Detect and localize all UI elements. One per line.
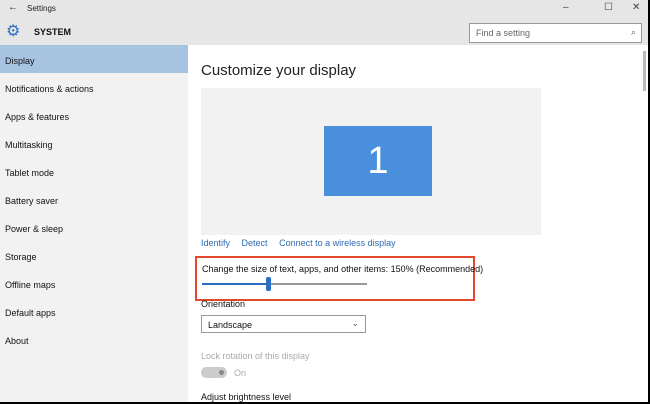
lock-rotation-toggle[interactable] xyxy=(201,367,227,378)
identify-link[interactable]: Identify xyxy=(201,238,230,248)
slider-thumb[interactable] xyxy=(266,277,271,291)
sidebar-item-apps[interactable]: Apps & features xyxy=(0,101,188,129)
search-input[interactable]: Find a setting ⌕ xyxy=(469,23,642,43)
sidebar-item-storage[interactable]: Storage xyxy=(0,241,188,269)
sidebar-item-offline-maps[interactable]: Offline maps xyxy=(0,269,188,297)
toggle-knob xyxy=(219,370,224,375)
scale-label: Change the size of text, apps, and other… xyxy=(202,264,484,274)
scale-slider[interactable] xyxy=(202,277,367,291)
search-placeholder: Find a setting xyxy=(476,28,531,38)
slider-fill xyxy=(202,283,268,285)
brightness-label: Adjust brightness level xyxy=(201,392,292,402)
sidebar: Display Notifications & actions Apps & f… xyxy=(0,45,188,402)
sidebar-item-display[interactable]: Display xyxy=(0,45,188,73)
orientation-value: Landscape xyxy=(208,320,253,330)
window-title: Settings xyxy=(27,4,56,13)
monitor-1[interactable]: 1 xyxy=(324,126,432,196)
display-preview: 1 xyxy=(201,88,541,235)
detect-link[interactable]: Detect xyxy=(242,238,268,248)
orientation-label: Orientation xyxy=(201,299,246,309)
lock-rotation-label: Lock rotation of this display xyxy=(201,351,310,361)
search-icon[interactable]: ⌕ xyxy=(631,27,636,38)
page-title: Customize your display xyxy=(201,62,357,79)
title-bar: ← Settings – ☐ ✕ xyxy=(0,0,648,18)
settings-window: ← Settings – ☐ ✕ ⚙ SYSTEM Find a setting… xyxy=(0,0,648,402)
sidebar-item-power-sleep[interactable]: Power & sleep xyxy=(0,213,188,241)
sidebar-item-battery-saver[interactable]: Battery saver xyxy=(0,185,188,213)
sidebar-item-about[interactable]: About xyxy=(0,325,188,353)
scrollbar[interactable] xyxy=(643,51,646,91)
maximize-button[interactable]: ☐ xyxy=(604,2,613,13)
gear-icon: ⚙ xyxy=(6,23,21,40)
header: ⚙ SYSTEM Find a setting ⌕ xyxy=(0,18,648,45)
back-button[interactable]: ← xyxy=(8,2,18,13)
sidebar-item-multitasking[interactable]: Multitasking xyxy=(0,129,188,157)
sidebar-item-default-apps[interactable]: Default apps xyxy=(0,297,188,325)
toggle-state: On xyxy=(234,368,247,378)
sidebar-item-tablet-mode[interactable]: Tablet mode xyxy=(0,157,188,185)
orientation-select[interactable]: Landscape ⌄ xyxy=(201,315,366,333)
main-content: Customize your display 1 Identify Detect… xyxy=(188,45,648,402)
section-title: SYSTEM xyxy=(34,27,72,37)
minimize-button[interactable]: – xyxy=(563,2,569,13)
sidebar-item-notifications[interactable]: Notifications & actions xyxy=(0,73,188,101)
scale-highlight-box: Change the size of text, apps, and other… xyxy=(195,256,483,301)
chevron-down-icon: ⌄ xyxy=(351,318,359,328)
close-button[interactable]: ✕ xyxy=(632,2,640,13)
wireless-display-link[interactable]: Connect to a wireless display xyxy=(279,238,396,248)
